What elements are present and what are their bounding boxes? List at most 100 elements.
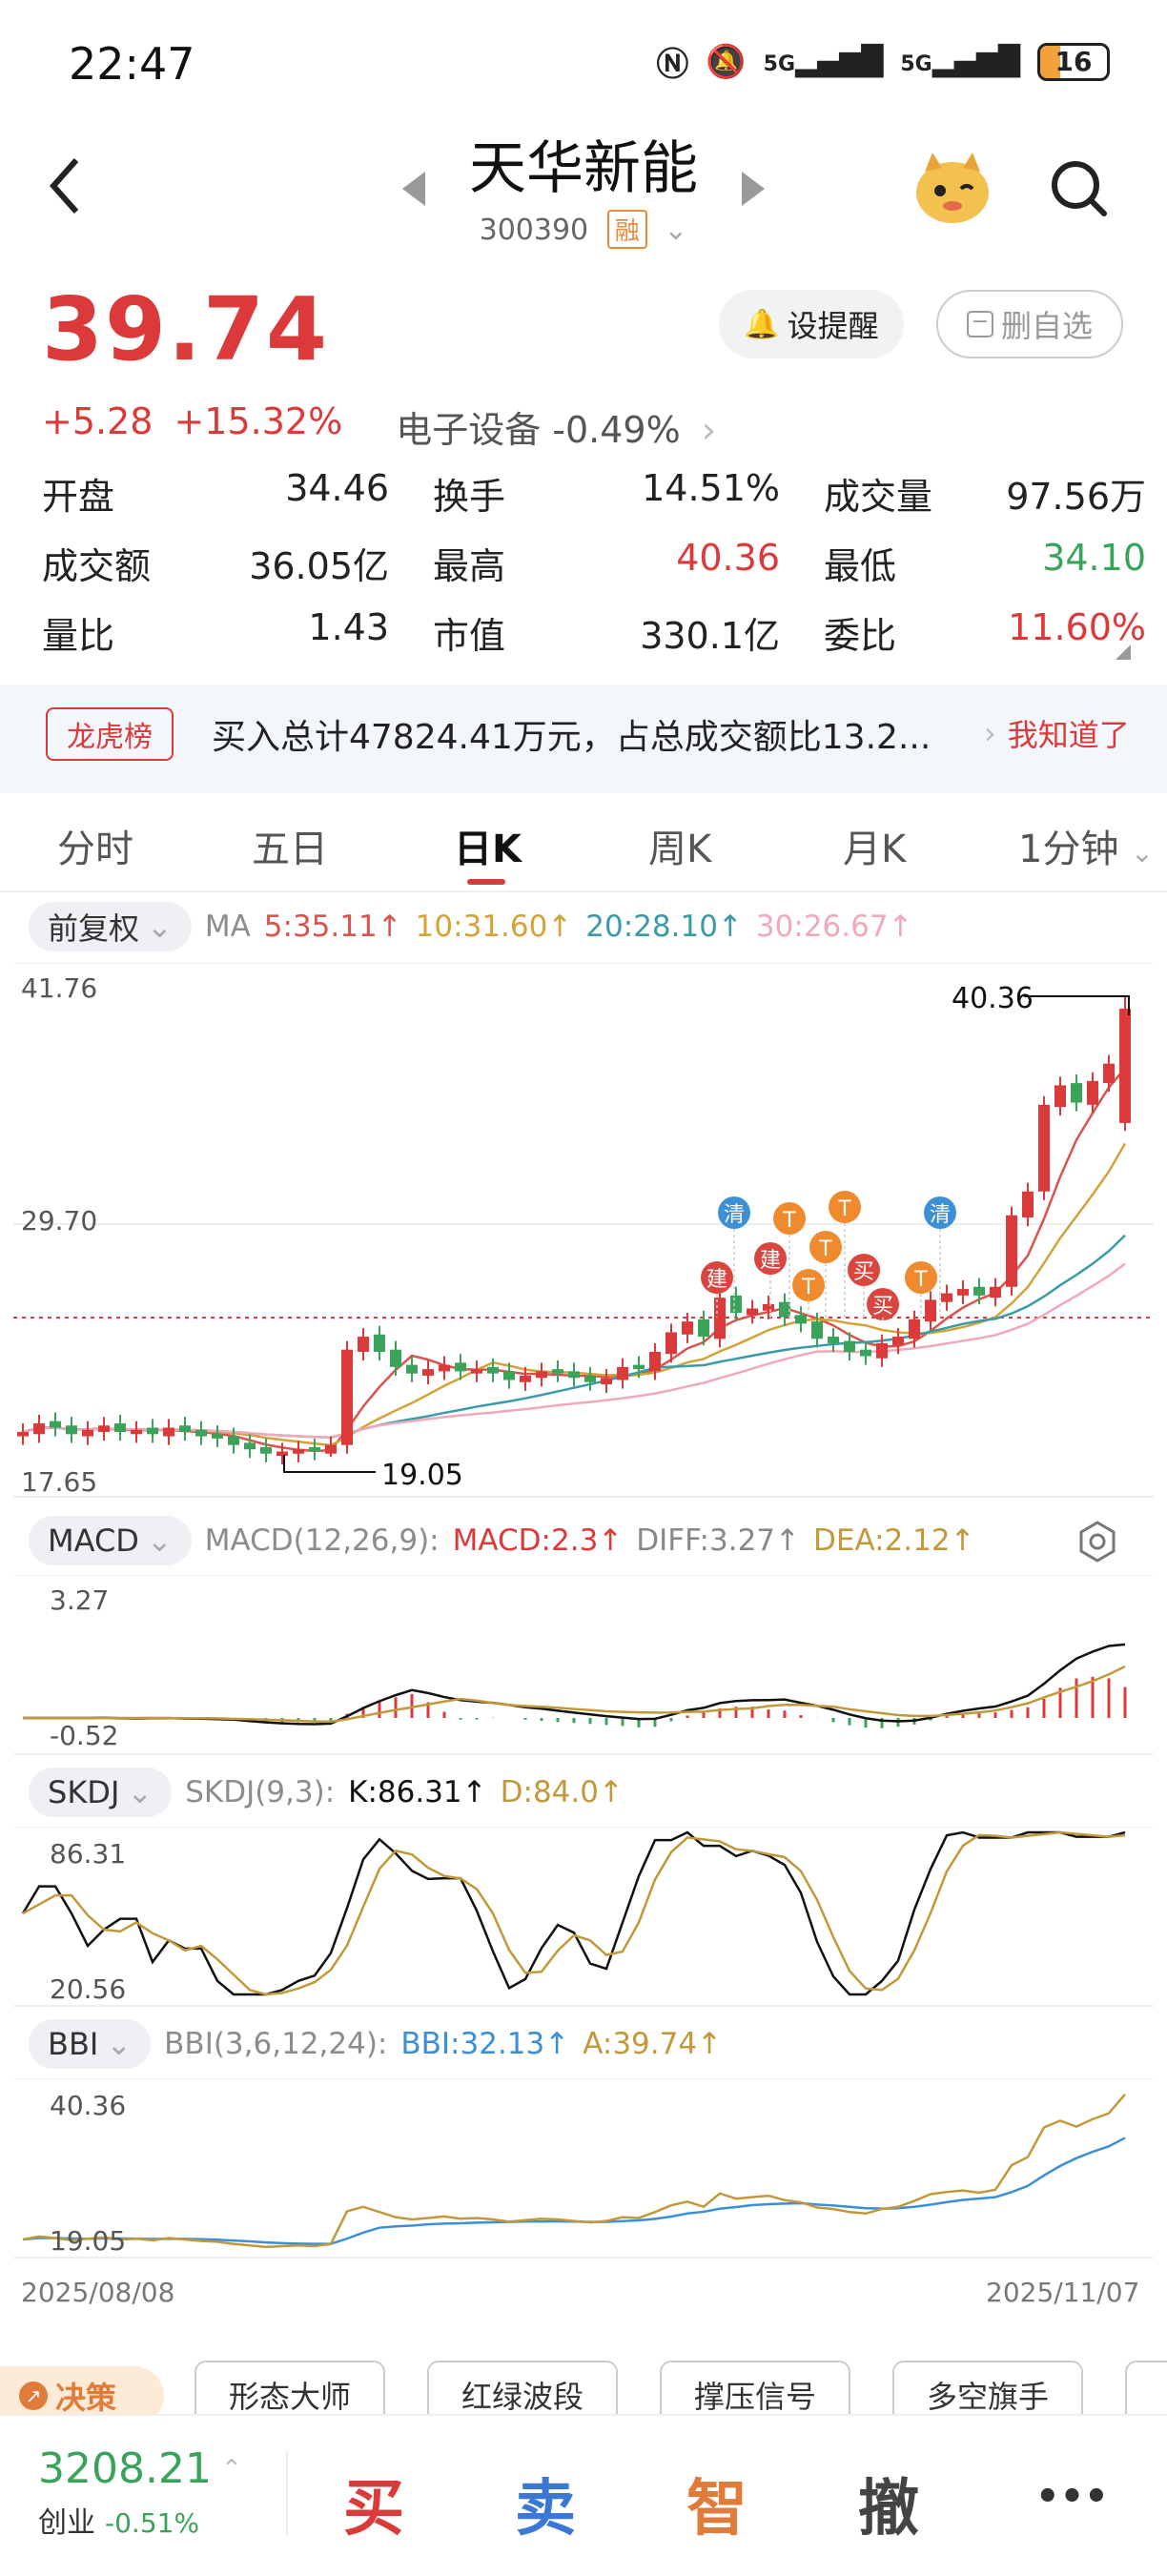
divider [0,890,1167,892]
date-end: 2025/11/07 [986,2277,1140,2308]
candle [747,1308,758,1316]
index-value: 3208.21 [38,2444,212,2493]
candle [1087,1080,1098,1105]
candle [260,1446,272,1454]
signal-label: 建 [706,1268,727,1292]
candle [1071,1083,1082,1103]
set-alert-button[interactable]: 🔔 设提醒 [719,290,904,358]
kline-chart[interactable]: 清建建TTTT买买T清 [0,963,1167,1506]
signal-label: T [801,1276,815,1299]
skdj-chart[interactable] [0,1827,1167,2008]
tab-monthly-k[interactable]: 月K [843,818,906,873]
ma-label: MA [204,910,251,944]
stat-cell: 成交量 97.56万 [824,467,1146,520]
skdj-d: D:84.0↑ [500,1775,624,1809]
bbi-select[interactable]: BBI ⌄ [29,2019,152,2069]
candle [131,1429,142,1435]
macd-y-top: 3.27 [50,1584,110,1616]
stats-row: 量比 1.43 市值 330.1亿 委比 11.60% [42,606,1146,659]
candle [244,1442,256,1450]
settings-icon[interactable] [1075,1520,1119,1567]
tab-five-day[interactable]: 五日 [252,818,328,873]
candle [698,1319,709,1338]
candle [293,1449,304,1454]
active-tab-indicator [467,879,505,885]
index-change: -0.51% [105,2507,200,2539]
kline-y-bot: 17.65 [21,1466,98,1498]
search-icon[interactable] [1047,156,1110,223]
bbi-params: BBI(3,6,12,24): [164,2027,388,2061]
stat-cell: 开盘 34.46 [42,467,389,518]
chevron-down-icon[interactable]: ⌄ [664,214,687,247]
set-alert-label: 设提醒 [787,308,879,344]
decision-icon: ↗ [19,2382,48,2410]
signal-label: 建 [760,1249,781,1273]
signal-label: 买 [872,1295,893,1319]
expand-corner-icon[interactable] [1116,644,1131,660]
ma-legend: 前复权 ⌄ MA 5:35.11↑ 10:31.60↑ 20:28.10↑ 30… [29,902,913,951]
chevron-right-icon: › [701,409,716,451]
bbi-chart[interactable] [0,2078,1167,2259]
candle [925,1299,936,1322]
adjust-select[interactable]: 前复权 ⌄ [29,902,192,951]
price-change-line: +5.28 +15.32% 电子设备 -0.49% › [42,400,716,453]
candle [795,1315,807,1324]
decision-label: 决策 [55,2380,117,2416]
stat-value: 34.46 [285,467,389,509]
sector-link[interactable]: 电子设备 -0.49% › [396,400,716,453]
candle [973,1286,985,1296]
signal-label: 清 [724,1203,745,1227]
index-ticker[interactable]: 3208.21 ⌃ 创业 -0.51% [38,2444,242,2541]
macd-select[interactable]: MACD ⌄ [29,1516,192,1565]
stat-value: 1.43 [308,606,389,648]
chevron-down-icon: ⌄ [106,2026,133,2062]
price-change: +5.28 [42,400,154,442]
skdj-name: SKDJ [48,1774,120,1810]
candle [552,1369,563,1374]
kline-y-top: 41.76 [21,972,98,1004]
stat-value: 40.36 [676,537,780,579]
stats-row: 成交额 36.05亿 最高 40.36 最低 34.10 [42,537,1146,589]
remove-watchlist-button[interactable]: − 删自选 [936,290,1123,358]
candle [584,1375,596,1382]
tab-minute[interactable]: 1分钟 ⌄ [1018,818,1154,873]
skdj-select[interactable]: SKDJ ⌄ [29,1768,173,1817]
candle [779,1301,790,1318]
mascot-icon[interactable] [911,151,993,225]
candle [358,1337,369,1352]
tab-weekly-k[interactable]: 周K [648,818,711,873]
cancel-order-button[interactable]: 撤 [858,2460,919,2547]
candle [892,1337,904,1346]
candle [941,1293,952,1302]
chevron-down-icon: ⌄ [147,909,173,945]
sell-button[interactable]: 卖 [515,2460,576,2547]
chevron-down-icon: ⌄ [146,1523,173,1559]
more-button[interactable]: ••• [1035,2475,1109,2519]
ma10-value: 10:31.60↑ [415,910,573,944]
tab-fenshi[interactable]: 分时 [57,818,133,873]
buy-button[interactable]: 买 [343,2460,404,2547]
candle [649,1351,661,1372]
longhu-dismiss-button[interactable]: › 我知道了 [984,711,1130,755]
smart-button[interactable]: 智 [686,2460,747,2547]
candle [439,1364,450,1372]
longhu-tag: 龙虎榜 [46,707,174,761]
macd-y-bot: -0.52 [50,1720,119,1751]
kline-high-label: 40.36 [952,982,1034,1015]
mute-icon: 🔕 [706,42,747,81]
candle [228,1436,239,1445]
bbi-y-bot: 19.05 [50,2225,127,2257]
tab-daily-k[interactable]: 日K [454,818,522,873]
candle [341,1349,353,1445]
remove-watchlist-label: 删自选 [1000,308,1093,344]
stat-value: 34.10 [1042,537,1146,579]
ma5-line [22,1067,1126,1453]
stat-cell: 量比 1.43 [42,606,389,657]
candle [1038,1104,1050,1192]
ma5-value: 5:35.11↑ [263,910,402,944]
candle [50,1421,61,1428]
candle [114,1422,126,1433]
skdj-params: SKDJ(9,3): [185,1775,336,1809]
candle [633,1364,645,1370]
macd-chart[interactable] [0,1575,1167,1756]
